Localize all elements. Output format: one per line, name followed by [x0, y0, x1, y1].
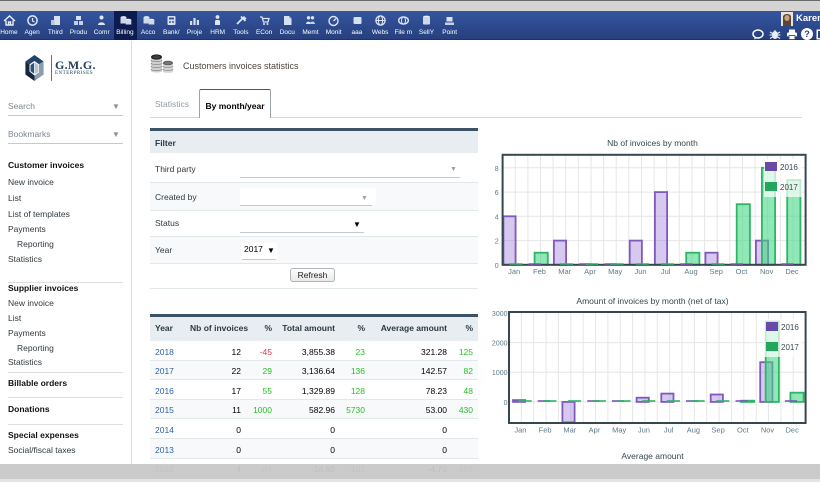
- svg-text:Feb: Feb: [533, 267, 546, 276]
- svg-text:4: 4: [495, 214, 499, 221]
- svg-text:Sep: Sep: [710, 267, 723, 276]
- svg-text:Mar: Mar: [563, 426, 576, 435]
- svg-text:May: May: [608, 267, 622, 276]
- svg-text:Apr: Apr: [584, 267, 596, 276]
- svg-text:Apr: Apr: [589, 426, 601, 435]
- svg-text:0: 0: [504, 400, 508, 407]
- svg-text:2: 2: [495, 239, 499, 246]
- svg-text:1000: 1000: [492, 370, 508, 377]
- svg-text:Feb: Feb: [539, 426, 552, 435]
- svg-text:0: 0: [495, 263, 499, 270]
- svg-text:Jul: Jul: [661, 267, 671, 276]
- svg-text:2017: 2017: [781, 343, 799, 352]
- svg-text:Jan: Jan: [514, 426, 526, 435]
- svg-text:2000: 2000: [492, 341, 508, 348]
- svg-text:Jun: Jun: [634, 267, 646, 276]
- svg-text:May: May: [612, 426, 626, 435]
- svg-text:Dec: Dec: [785, 267, 799, 276]
- svg-text:2016: 2016: [781, 323, 799, 332]
- svg-text:Jul: Jul: [664, 426, 674, 435]
- svg-text:6: 6: [495, 190, 499, 197]
- svg-text:Dec: Dec: [786, 426, 800, 435]
- svg-text:Nov: Nov: [761, 426, 775, 435]
- svg-text:3000: 3000: [492, 311, 508, 318]
- svg-text:Aug: Aug: [687, 426, 700, 435]
- svg-text:2017: 2017: [780, 183, 798, 192]
- svg-text:2016: 2016: [780, 163, 798, 172]
- svg-text:Nov: Nov: [760, 267, 774, 276]
- svg-text:Oct: Oct: [736, 267, 749, 276]
- svg-text:Sep: Sep: [711, 426, 724, 435]
- svg-text:Jan: Jan: [508, 267, 520, 276]
- svg-text:Jun: Jun: [638, 426, 650, 435]
- svg-text:Mar: Mar: [558, 267, 571, 276]
- svg-text:Oct: Oct: [737, 426, 750, 435]
- svg-text:Aug: Aug: [684, 267, 697, 276]
- svg-text:8: 8: [495, 166, 499, 173]
